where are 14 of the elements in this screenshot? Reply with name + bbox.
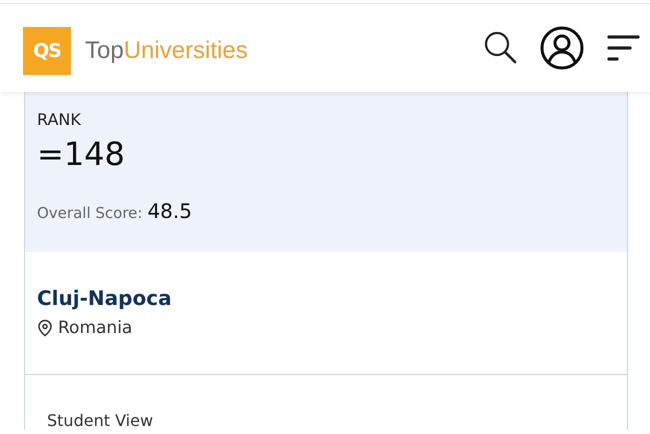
section-title: Student View	[47, 411, 154, 430]
country-text: Romania	[58, 318, 132, 338]
score-value: 48.5	[147, 199, 192, 223]
user-icon[interactable]	[540, 26, 584, 70]
city-link[interactable]: Cluj-Napoca	[37, 286, 172, 310]
logo-text-prefix: Top	[85, 37, 124, 64]
logo-text-suffix: Universities	[124, 37, 248, 64]
menu-icon[interactable]	[606, 33, 640, 63]
rank-value: =148	[37, 135, 126, 173]
location-pin-icon	[37, 319, 53, 337]
rank-label: RANK	[37, 110, 82, 129]
search-icon[interactable]	[482, 30, 518, 66]
score-label: Overall Score:	[37, 204, 142, 222]
logo-badge: QS	[23, 27, 71, 75]
